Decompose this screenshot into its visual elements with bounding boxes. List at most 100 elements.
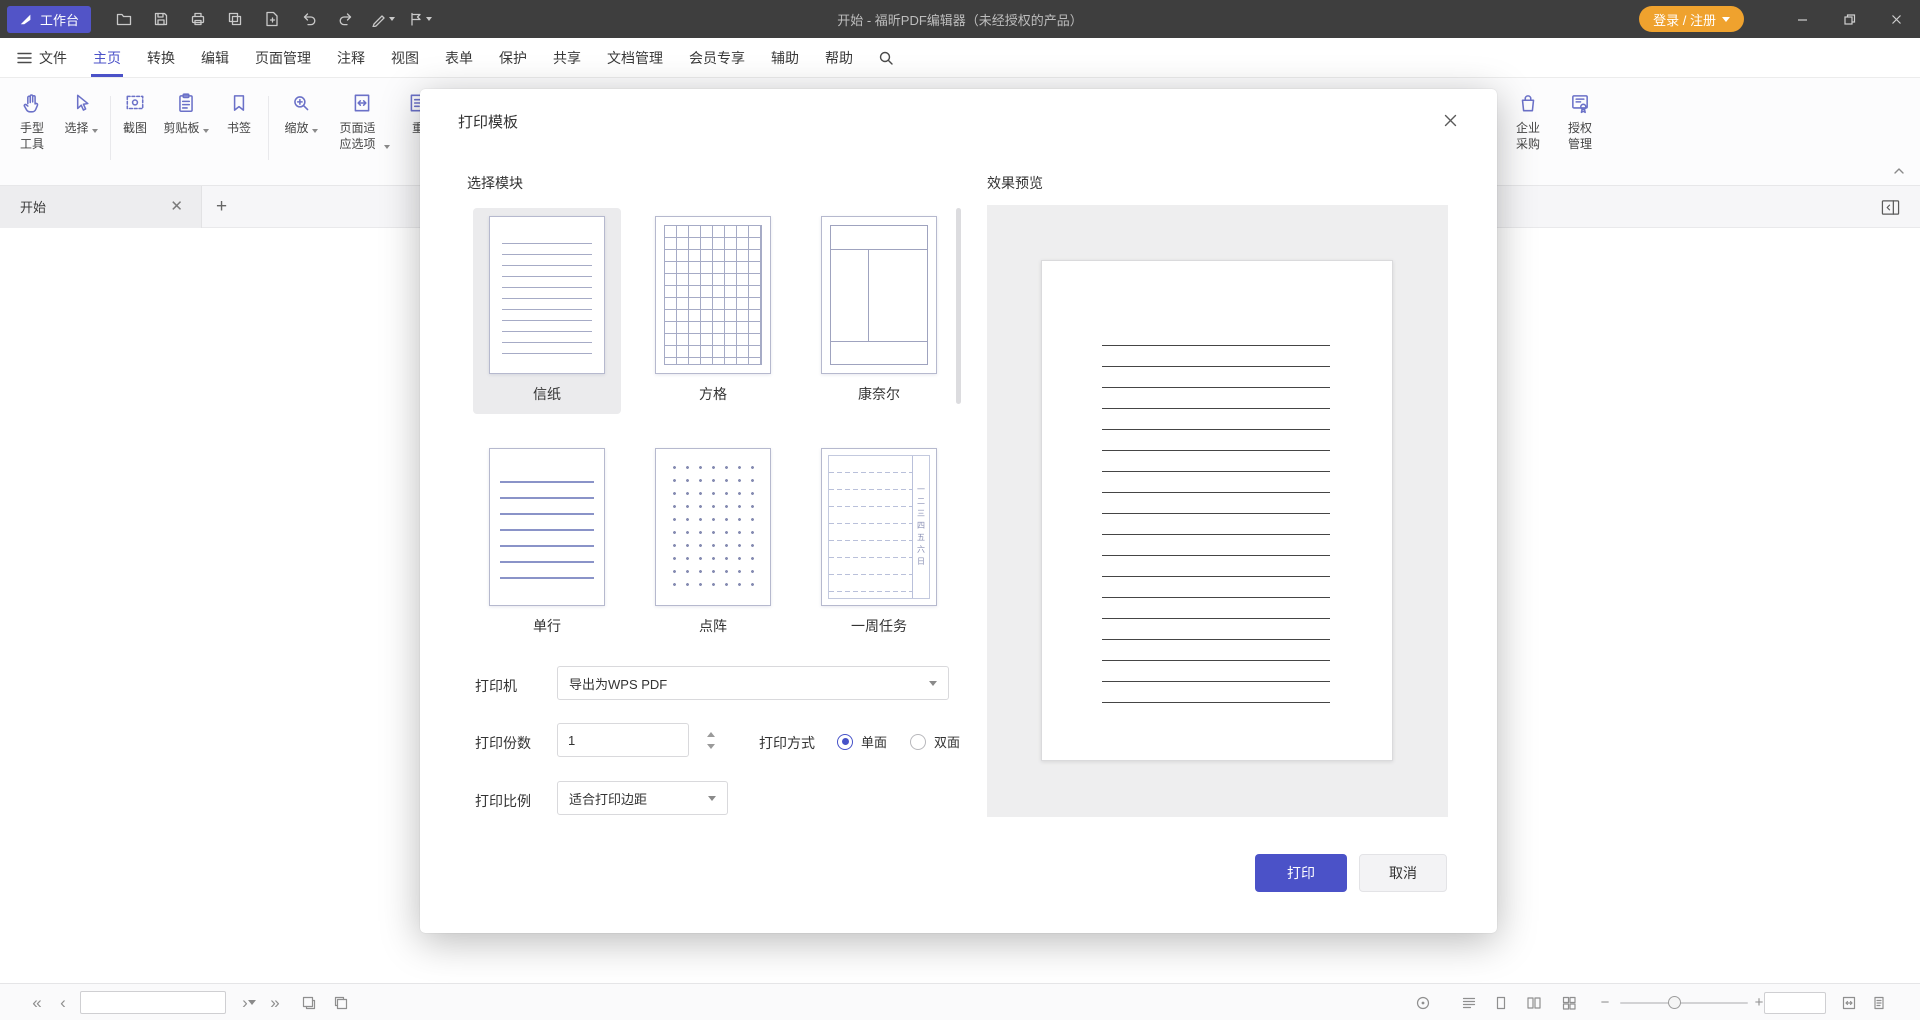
print-button[interactable]: 打印 <box>1255 854 1347 892</box>
single-page-view-button[interactable] <box>1488 984 1514 1021</box>
cancel-button[interactable]: 取消 <box>1359 854 1447 892</box>
tab-close-icon[interactable]: ✕ <box>166 197 187 216</box>
menu-search-button[interactable] <box>866 38 906 77</box>
redo-icon[interactable] <box>327 5 364 33</box>
menu-member[interactable]: 会员专享 <box>676 38 758 77</box>
select-tool-label: 选择 <box>64 120 88 136</box>
next-view-button[interactable] <box>328 984 354 1021</box>
clipboard-button[interactable]: 剪贴板 <box>158 92 214 136</box>
template-dot-matrix[interactable]: 点阵 <box>639 440 787 646</box>
template-grid-thumbnail <box>655 216 771 374</box>
print-icon[interactable] <box>179 5 216 33</box>
template-single-line[interactable]: 单行 <box>473 440 621 646</box>
cursor-icon <box>70 92 92 114</box>
right-panel-toggle-button[interactable] <box>1876 193 1904 221</box>
printer-value: 导出为WPS PDF <box>569 674 667 693</box>
menu-file[interactable]: 文件 <box>0 38 80 77</box>
template-weekly-tasks-label: 一周任务 <box>851 616 907 636</box>
weekly-days-marks: 一二三四五六日 <box>912 456 929 598</box>
zoom-button[interactable]: 缩放 <box>276 92 326 136</box>
bookmark-button[interactable]: 书签 <box>216 92 262 136</box>
undo-icon[interactable] <box>290 5 327 33</box>
zoom-out-button[interactable]: − <box>1594 984 1616 1021</box>
window-controls <box>1779 0 1920 38</box>
copies-input[interactable] <box>557 723 689 757</box>
new-document-icon[interactable] <box>253 5 290 33</box>
fit-page-button[interactable] <box>1866 984 1892 1021</box>
template-weekly-tasks[interactable]: 一二三四五六日 一周任务 <box>805 440 953 646</box>
hand-icon <box>21 92 43 114</box>
prev-page-button[interactable]: ‹ <box>52 984 74 1021</box>
new-tab-button[interactable]: + <box>202 196 241 218</box>
menu-comment[interactable]: 注释 <box>324 38 378 77</box>
dialog-close-button[interactable] <box>1433 103 1467 137</box>
zoom-slider-track[interactable] <box>1620 1002 1748 1004</box>
marquee-zoom-button[interactable] <box>1410 984 1436 1021</box>
select-tool-button[interactable]: 选择 <box>58 92 104 136</box>
duplex-radio[interactable] <box>910 734 926 750</box>
fit-width-button[interactable] <box>1836 984 1862 1021</box>
menu-share[interactable]: 共享 <box>540 38 594 77</box>
multi-page-view-button[interactable] <box>1556 984 1582 1021</box>
last-page-button[interactable]: » <box>262 984 288 1021</box>
open-file-icon[interactable] <box>105 5 142 33</box>
preview-lines <box>1102 325 1330 706</box>
ribbon-collapse-button[interactable] <box>1888 163 1910 179</box>
prev-view-button[interactable] <box>296 984 322 1021</box>
template-scrollbar-thumb[interactable] <box>956 208 961 404</box>
enterprise-purchase-button[interactable]: 企业采购 <box>1504 92 1552 152</box>
page-number-field[interactable] <box>80 991 226 1014</box>
duplex-option[interactable]: 双面 <box>910 732 960 751</box>
hand-tool-button[interactable]: 手型工具 <box>8 92 56 152</box>
copy-icon[interactable] <box>216 5 253 33</box>
template-letter[interactable]: 信纸 <box>473 208 621 414</box>
minimize-button[interactable] <box>1779 0 1826 38</box>
template-cornell-thumbnail <box>821 216 937 374</box>
menu-page-manage[interactable]: 页面管理 <box>242 38 324 77</box>
clipboard-caret-icon <box>203 129 209 133</box>
login-button[interactable]: 登录 / 注册 <box>1639 6 1744 32</box>
maximize-button[interactable] <box>1826 0 1873 38</box>
menu-form[interactable]: 表单 <box>432 38 486 77</box>
menu-home[interactable]: 主页 <box>80 38 134 77</box>
first-page-button[interactable]: « <box>24 984 50 1021</box>
reading-mode-button[interactable] <box>1456 984 1482 1021</box>
template-letter-thumbnail <box>489 216 605 374</box>
next-page-button[interactable]: › <box>234 984 256 1021</box>
printer-dropdown[interactable]: 导出为WPS PDF <box>557 666 949 700</box>
zoom-percent-field[interactable] <box>1764 992 1826 1014</box>
menu-edit[interactable]: 编辑 <box>188 38 242 77</box>
workspace-button[interactable]: 工作台 <box>7 6 91 33</box>
save-icon[interactable] <box>142 5 179 33</box>
menu-accessibility[interactable]: 辅助 <box>758 38 812 77</box>
zoom-percent-input[interactable] <box>1765 993 1825 1013</box>
page-number-input[interactable] <box>81 992 248 1013</box>
close-button[interactable] <box>1873 0 1920 38</box>
close-icon <box>1443 113 1458 128</box>
menu-protect[interactable]: 保护 <box>486 38 540 77</box>
snapshot-button[interactable]: 截图 <box>112 92 158 136</box>
menu-convert[interactable]: 转换 <box>134 38 188 77</box>
menu-view[interactable]: 视图 <box>378 38 432 77</box>
print-scale-dropdown[interactable]: 适合打印边距 <box>557 781 728 815</box>
simplex-radio[interactable] <box>837 734 853 750</box>
template-cornell[interactable]: 康奈尔 <box>805 208 953 414</box>
spinner-up-icon[interactable] <box>707 732 715 737</box>
snapshot-label: 截图 <box>123 120 147 136</box>
tab-start[interactable]: 开始 ✕ <box>0 186 202 228</box>
toolbar-separator <box>110 96 111 160</box>
single-page-icon <box>1493 995 1509 1011</box>
menu-doc-manage[interactable]: 文档管理 <box>594 38 676 77</box>
spinner-down-icon[interactable] <box>707 744 715 749</box>
simplex-option[interactable]: 单面 <box>837 732 887 751</box>
zoom-slider-knob[interactable] <box>1668 996 1681 1009</box>
continuous-view-button[interactable] <box>1521 984 1547 1021</box>
license-manage-button[interactable]: 授权管理 <box>1556 92 1604 152</box>
customize-toolbar-icon[interactable] <box>401 5 438 33</box>
copies-spinner <box>707 723 715 757</box>
menu-help[interactable]: 帮助 <box>812 38 866 77</box>
sign-tool-icon[interactable] <box>364 5 401 33</box>
template-grid-paper[interactable]: 方格 <box>639 208 787 414</box>
tab-start-label: 开始 <box>20 197 46 216</box>
fit-options-button[interactable]: 页面适应选项 <box>332 92 392 152</box>
